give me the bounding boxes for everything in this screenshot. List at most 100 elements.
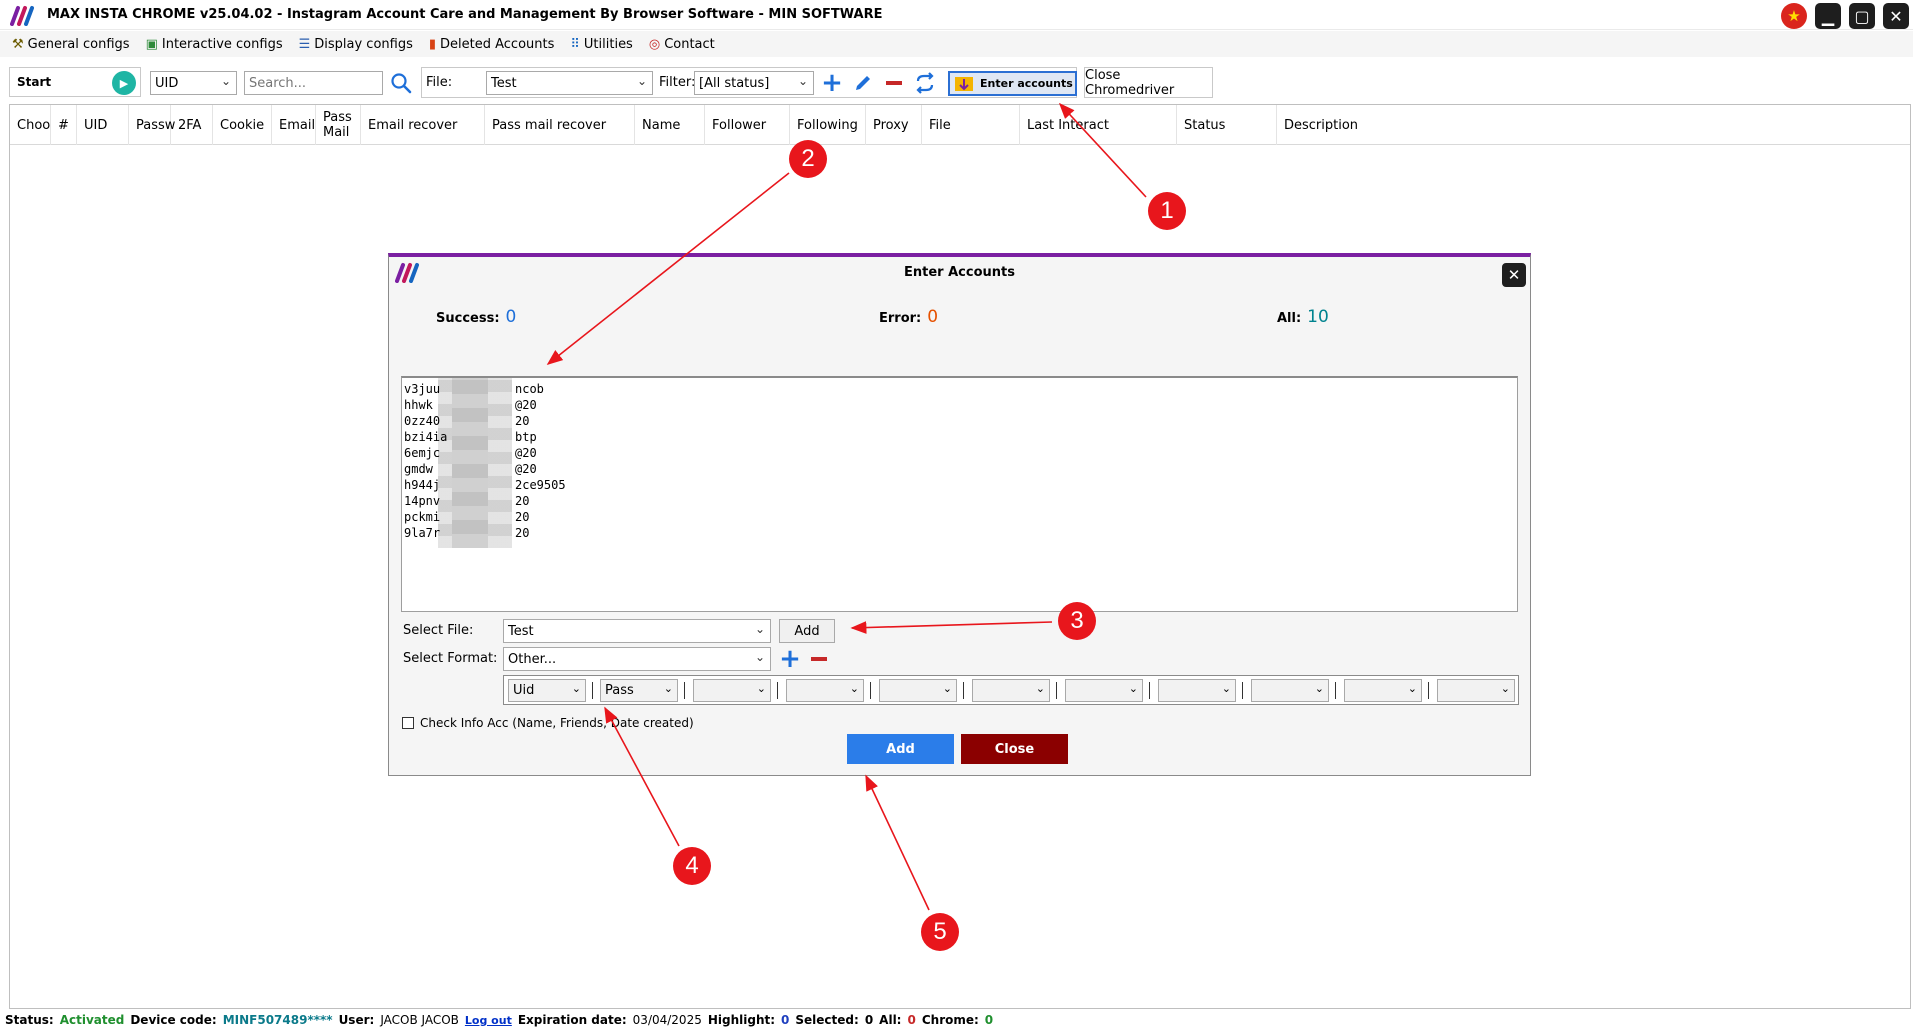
search-input[interactable] (244, 71, 383, 95)
dialog-close-icon[interactable]: ✕ (1502, 263, 1526, 287)
column-header[interactable]: Pass mail recover (485, 105, 635, 145)
column-header[interactable]: Email (272, 105, 316, 145)
logout-link[interactable]: Log out (465, 1014, 512, 1027)
format-field-select[interactable]: Pass ⌄ (600, 679, 678, 702)
format-field-select[interactable]: ⌄ (972, 679, 1050, 702)
column-header[interactable]: Description (1277, 105, 1477, 145)
status-label: Status: (5, 1013, 54, 1027)
file-select[interactable]: Test ⌄ (486, 71, 653, 95)
search-button[interactable] (388, 70, 414, 96)
vietnam-flag-icon[interactable]: ★ (1781, 3, 1807, 29)
account-start: v3juu (404, 382, 441, 396)
delete-format-button[interactable] (806, 646, 832, 672)
file-label: File: (426, 75, 453, 90)
format-field-select[interactable]: ⌄ (693, 679, 771, 702)
account-line: bzi4ia btp (404, 429, 1515, 445)
add-file-button[interactable]: + (819, 68, 845, 98)
column-header[interactable]: Name (635, 105, 705, 145)
column-header[interactable]: File (922, 105, 1020, 145)
column-header[interactable]: 2FA (171, 105, 213, 145)
column-header[interactable]: Passw (129, 105, 175, 145)
enter-accounts-dialog: Enter Accounts ✕ Success: 0 Error: 0 All… (388, 253, 1531, 776)
delete-file-button[interactable] (881, 70, 907, 96)
menu-general-configs[interactable]: ⚒ General configs (12, 37, 130, 52)
format-field-select[interactable]: ⌄ (1065, 679, 1143, 702)
close-chromedriver-label: Close Chromedriver (1085, 67, 1175, 98)
checkbox-box[interactable] (402, 717, 414, 729)
dialog-title-bar: Enter Accounts ✕ (389, 257, 1530, 287)
annotation-badge: 4 (673, 847, 711, 885)
filter-select[interactable]: [All status] ⌄ (694, 71, 814, 95)
format-field-select[interactable]: Uid ⌄ (508, 679, 586, 702)
menu-label: Deleted Accounts (440, 36, 555, 52)
close-chromedriver-button[interactable]: Close Chromedriver (1084, 67, 1213, 98)
refresh-icon (916, 72, 934, 94)
account-end: ncob (515, 382, 544, 396)
minimize-button[interactable]: ▁ (1815, 3, 1841, 29)
chevron-down-icon: ⌄ (220, 74, 231, 88)
column-header[interactable]: Email recover (361, 105, 485, 145)
format-field-select[interactable]: ⌄ (1251, 679, 1329, 702)
error-stat: Error: 0 (879, 307, 938, 327)
menu-utilities[interactable]: ⠿ Utilities (570, 37, 632, 52)
field-separator (1149, 682, 1150, 699)
trash-icon: ▮ (428, 36, 437, 52)
menu-bar: ⚒ General configs ▣ Interactive configs … (0, 31, 1913, 57)
user-label: User: (338, 1013, 375, 1027)
column-header[interactable]: Follower (705, 105, 790, 145)
chevron-down-icon: ⌄ (1500, 682, 1510, 695)
account-start: 0zz40 (404, 414, 441, 428)
account-start: hhwk (404, 398, 433, 412)
field-separator (1056, 682, 1057, 699)
filter-label: Filter: (659, 75, 696, 90)
close-window-button[interactable]: ✕ (1883, 3, 1909, 29)
list-icon: ☰ (298, 36, 311, 52)
column-header[interactable]: Pass Mail (316, 105, 361, 145)
dialog-add-file-button[interactable]: Add (779, 619, 835, 643)
dialog-file-select[interactable]: Test ⌄ (503, 619, 771, 643)
check-info-checkbox[interactable]: Check Info Acc (Name, Friends, Date crea… (402, 716, 694, 730)
refresh-button[interactable] (912, 70, 938, 96)
account-line: gmdw @20 (404, 461, 1515, 477)
column-header[interactable]: Following (790, 105, 866, 145)
start-button[interactable]: Start ▶ (9, 67, 141, 97)
column-header[interactable]: Status (1177, 105, 1277, 145)
error-label: Error: (879, 311, 922, 326)
dialog-close-button[interactable]: Close (961, 734, 1068, 764)
select-format-label: Select Format: (403, 651, 498, 666)
menu-display-configs[interactable]: ☰ Display configs (299, 37, 413, 52)
accounts-textarea[interactable]: v3juu ncob hhwk @20 0zz40 20 bzi4ia btp 6emj… (401, 376, 1518, 612)
edit-file-button[interactable] (850, 70, 876, 96)
annotation-badge: 2 (789, 140, 827, 178)
column-header[interactable]: Choo (10, 105, 51, 145)
format-field-select[interactable]: ⌄ (879, 679, 957, 702)
search-by-select[interactable]: UID ⌄ (150, 71, 237, 95)
column-header[interactable]: Last Interact (1020, 105, 1177, 145)
account-end: 20 (515, 414, 530, 428)
format-select[interactable]: Other... ⌄ (503, 647, 771, 671)
enter-accounts-button[interactable]: Enter accounts (948, 71, 1077, 96)
column-header[interactable]: UID (77, 105, 129, 145)
account-end: @20 (515, 398, 537, 412)
menu-deleted-accounts[interactable]: ▮ Deleted Accounts (429, 37, 555, 52)
menu-label: General configs (27, 36, 130, 52)
format-value: Other... (508, 651, 557, 667)
filter-value: [All status] (699, 75, 770, 91)
play-icon[interactable]: ▶ (112, 71, 136, 95)
format-field-select[interactable]: ⌄ (1344, 679, 1422, 702)
format-field-select[interactable]: ⌄ (786, 679, 864, 702)
menu-interactive-configs[interactable]: ▣ Interactive configs (146, 37, 283, 52)
field-separator (1242, 682, 1243, 699)
menu-contact[interactable]: ◎ Contact (649, 37, 715, 52)
dialog-add-button[interactable]: Add (847, 734, 954, 764)
column-header[interactable]: Proxy (866, 105, 922, 145)
maximize-button[interactable]: ▢ (1849, 3, 1875, 29)
format-field-select[interactable]: ⌄ (1158, 679, 1236, 702)
column-header[interactable]: # (51, 105, 77, 145)
chevron-down-icon: ⌄ (756, 682, 766, 695)
add-format-button[interactable]: + (777, 644, 803, 674)
annotation-badge: 1 (1148, 192, 1186, 230)
pencil-icon (856, 76, 870, 90)
format-field-select[interactable]: ⌄ (1437, 679, 1515, 702)
column-header[interactable]: Cookie (213, 105, 272, 145)
